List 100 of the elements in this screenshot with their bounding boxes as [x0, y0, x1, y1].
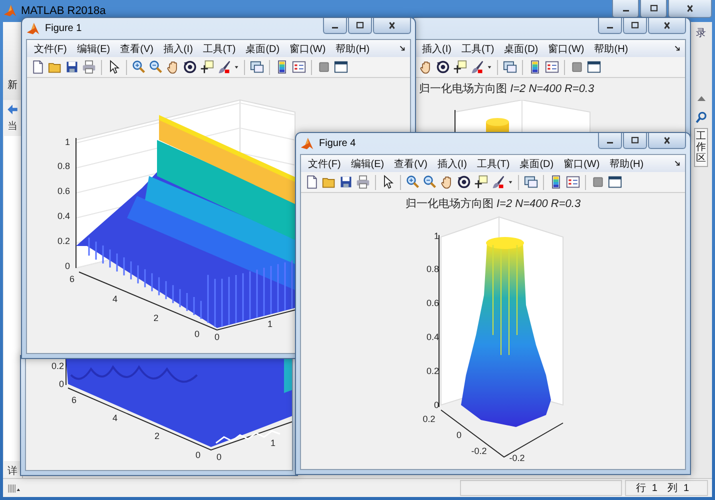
- zoom-out-icon[interactable]: [149, 60, 163, 74]
- plot-tool-icon[interactable]: [524, 175, 538, 189]
- menu-item[interactable]: 窗口(W): [545, 42, 588, 56]
- menu-item[interactable]: 查看(V): [391, 156, 430, 170]
- window-icon[interactable]: [587, 60, 601, 74]
- zoom-in-icon[interactable]: [406, 175, 420, 189]
- menu-item[interactable]: 工具(T): [474, 156, 513, 170]
- close-button[interactable]: [373, 18, 411, 34]
- folder-icon[interactable]: [48, 60, 62, 74]
- tick-label: 0.2: [51, 361, 64, 371]
- tick-label: 2: [154, 313, 158, 323]
- data-cursor-icon[interactable]: [474, 175, 488, 189]
- zoom-in-icon[interactable]: [132, 60, 146, 74]
- rotate-icon[interactable]: [457, 175, 471, 189]
- minimize-button[interactable]: [598, 18, 622, 34]
- maximize-button[interactable]: [623, 18, 647, 34]
- tick-label: 0.2: [57, 236, 70, 246]
- menu-item[interactable]: 编辑(E): [74, 42, 114, 56]
- printer-icon[interactable]: [82, 60, 96, 74]
- square-icon[interactable]: [570, 60, 584, 74]
- tick-label: 1: [268, 319, 272, 329]
- tick-label: -0.2: [509, 453, 525, 463]
- minimize-button[interactable]: [323, 18, 347, 34]
- menu-item[interactable]: 桌面(D): [242, 42, 283, 56]
- new-file-icon[interactable]: [31, 60, 45, 74]
- window-icon[interactable]: [334, 60, 348, 74]
- diagonal-arrow-icon[interactable]: [673, 159, 682, 168]
- menu-item[interactable]: 文件(F): [305, 156, 344, 170]
- minimize-button[interactable]: [598, 133, 622, 149]
- plot-tool-icon[interactable]: [250, 60, 264, 74]
- menu-item[interactable]: 文件(F): [31, 42, 70, 56]
- peak-logo-icon: [3, 4, 17, 18]
- diagonal-arrow-icon[interactable]: [398, 44, 407, 53]
- close-button[interactable]: [648, 133, 686, 149]
- plot-tool-icon[interactable]: [503, 60, 517, 74]
- square-icon[interactable]: [591, 175, 605, 189]
- brush-icon[interactable]: [470, 60, 484, 74]
- menu-item[interactable]: 工具(T): [458, 42, 498, 56]
- maximize-icon: [354, 21, 366, 30]
- legend-icon[interactable]: [545, 60, 559, 74]
- search-icon[interactable]: [694, 111, 708, 124]
- status-label: 行: [636, 482, 646, 495]
- maximize-icon: [629, 21, 641, 30]
- brush-icon[interactable]: [491, 175, 505, 189]
- menu-item[interactable]: 插入(I): [419, 42, 454, 56]
- peak-logo-icon: [300, 136, 314, 150]
- menu-item[interactable]: 编辑(E): [348, 156, 388, 170]
- menu-item[interactable]: 桌面(D): [501, 42, 542, 56]
- tick-label: 0: [196, 450, 200, 460]
- maximize-button[interactable]: [348, 18, 372, 34]
- workspace-tab[interactable]: 工作区: [694, 128, 708, 167]
- brush-icon[interactable]: [217, 60, 231, 74]
- menu-item[interactable]: 帮助(H): [332, 42, 373, 56]
- legend-icon[interactable]: [566, 175, 580, 189]
- tick-label: 0.2: [426, 366, 439, 376]
- bars-icon[interactable]: [7, 482, 20, 494]
- menu-item[interactable]: 查看(V): [117, 42, 156, 56]
- printer-icon[interactable]: [356, 175, 370, 189]
- hand-icon[interactable]: [440, 175, 454, 189]
- rotate-icon[interactable]: [183, 60, 197, 74]
- ribbon-button-label[interactable]: 新: [8, 78, 18, 92]
- new-file-icon[interactable]: [305, 175, 319, 189]
- data-cursor-icon[interactable]: [200, 60, 214, 74]
- tick-label: 1: [434, 231, 439, 241]
- legend-icon[interactable]: [292, 60, 306, 74]
- square-icon[interactable]: [317, 60, 331, 74]
- peak-logo-icon: [26, 22, 40, 36]
- menu-item[interactable]: 帮助(H): [606, 156, 647, 170]
- tick-label: 0: [194, 329, 200, 339]
- menu-item[interactable]: 窗口(W): [286, 42, 329, 56]
- folder-icon[interactable]: [322, 175, 336, 189]
- menu-item[interactable]: 窗口(W): [560, 156, 603, 170]
- close-button[interactable]: [648, 18, 686, 34]
- window-icon[interactable]: [608, 175, 622, 189]
- menu-item[interactable]: 工具(T): [200, 42, 239, 56]
- menu-item[interactable]: 插入(I): [160, 42, 196, 56]
- window-title: MATLAB R2018a: [21, 5, 106, 17]
- rotate-icon[interactable]: [436, 60, 450, 74]
- tick-label: 0: [216, 452, 222, 462]
- menu-item[interactable]: 插入(I): [434, 156, 470, 170]
- colorbar-icon[interactable]: [549, 175, 563, 189]
- menu-item[interactable]: 帮助(H): [591, 42, 632, 56]
- colorbar-icon[interactable]: [528, 60, 542, 74]
- diagonal-arrow-icon[interactable]: [673, 44, 682, 53]
- maximize-button[interactable]: [623, 133, 647, 149]
- tick-label: -0.2: [471, 446, 487, 456]
- zoom-out-icon[interactable]: [423, 175, 437, 189]
- cursor-arrow-icon[interactable]: [381, 175, 395, 189]
- hand-icon[interactable]: [166, 60, 180, 74]
- data-cursor-icon[interactable]: [453, 60, 467, 74]
- colorbar-icon[interactable]: [275, 60, 289, 74]
- tick-label: 0: [58, 379, 64, 389]
- close-button[interactable]: [668, 0, 712, 18]
- menu-item[interactable]: 桌面(D): [516, 156, 557, 170]
- back-arrow-icon[interactable]: [6, 103, 19, 116]
- hand-icon[interactable]: [419, 60, 433, 74]
- maximize-button[interactable]: [640, 0, 667, 18]
- window-title: Figure 1: [45, 23, 82, 34]
- tick-label: 0.2: [422, 414, 436, 424]
- cursor-arrow-icon[interactable]: [107, 60, 121, 74]
